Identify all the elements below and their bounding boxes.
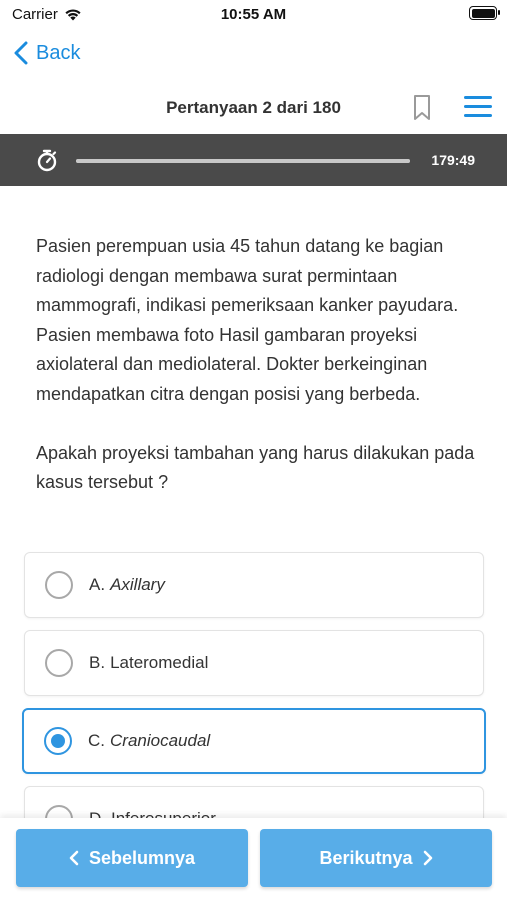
question-paragraph-1: Pasien perempuan usia 45 tahun datang ke…: [36, 236, 459, 404]
chevron-left-icon: [69, 850, 79, 866]
option-a[interactable]: A. Axillary: [24, 552, 484, 618]
bookmark-icon[interactable]: [412, 94, 432, 122]
question-paragraph-2: Apakah proyeksi tambahan yang harus dila…: [36, 442, 475, 493]
timer-bar: 179:49: [0, 134, 507, 186]
option-c[interactable]: C. Craniocaudal: [22, 708, 486, 774]
next-label: Berikutnya: [319, 847, 413, 868]
back-button[interactable]: Back: [14, 36, 80, 70]
option-letter: C.: [88, 731, 105, 750]
timer-progress-track: [76, 159, 410, 163]
footer-nav: Sebelumnya Berikutnya: [0, 818, 507, 900]
next-button[interactable]: Berikutnya: [260, 829, 492, 887]
option-text: Craniocaudal: [110, 731, 211, 750]
option-text: Lateromedial: [110, 653, 209, 672]
radio-icon: [45, 571, 73, 599]
status-time: 10:55 AM: [220, 6, 287, 23]
back-chevron-icon: [14, 41, 28, 65]
menu-icon[interactable]: [464, 96, 492, 118]
question-text: Pasien perempuan usia 45 tahun datang ke…: [36, 232, 476, 498]
stopwatch-icon: [37, 149, 57, 172]
radio-selected-icon: [44, 727, 72, 755]
status-bar: Carrier 10:55 AM: [0, 0, 507, 28]
battery-icon: [469, 6, 500, 20]
radio-icon: [45, 649, 73, 677]
previous-button[interactable]: Sebelumnya: [16, 829, 248, 887]
option-text: Axillary: [110, 575, 165, 594]
back-label: Back: [36, 41, 81, 64]
previous-label: Sebelumnya: [88, 847, 196, 868]
option-letter: B.: [89, 653, 106, 672]
chevron-right-icon: [423, 850, 432, 866]
timer-value: 179:49: [431, 152, 475, 168]
option-letter: A.: [89, 575, 106, 594]
timer-progress-fill: [76, 159, 410, 163]
option-b[interactable]: B. Lateromedial: [24, 630, 484, 696]
